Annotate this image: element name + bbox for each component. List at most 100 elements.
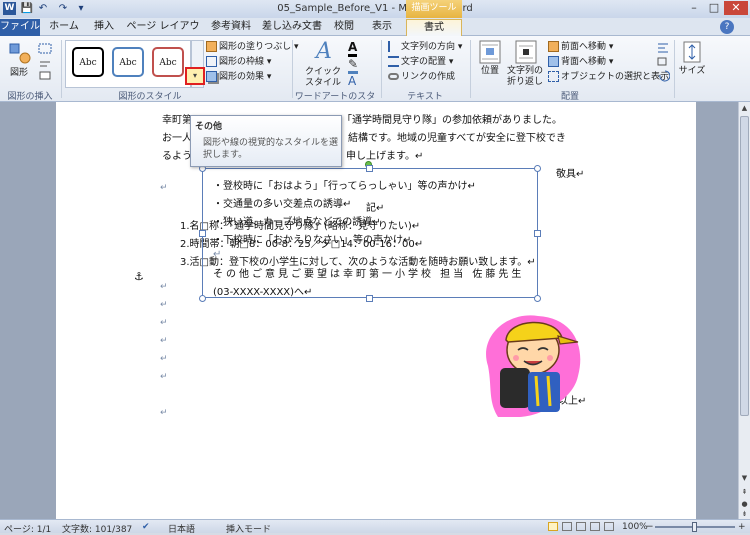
schoolboy-clipart[interactable]: [478, 306, 588, 417]
page-count[interactable]: ページ: 1/1: [4, 522, 51, 535]
tab-format[interactable]: 書式: [406, 19, 462, 36]
ribbon-separator: [470, 40, 471, 98]
selection-pane-button[interactable]: オブジェクトの選択と表示: [548, 71, 669, 83]
previous-page-icon[interactable]: ⇞: [739, 486, 750, 498]
outline-view-icon[interactable]: [590, 522, 600, 531]
more-styles-tooltip: その他 図形や線の視覚的なスタイルを選択します。: [190, 115, 342, 167]
selection-pane-icon: [548, 71, 559, 82]
effects-icon: [206, 71, 217, 82]
close-button[interactable]: ✕: [724, 1, 748, 15]
doc-line-1a: 幸町第: [162, 115, 192, 126]
tooltip-description: 図形や線の視覚的なスタイルを選択します。: [203, 138, 339, 160]
size-icon[interactable]: [680, 40, 704, 64]
text-effects-icon[interactable]: A: [348, 74, 356, 88]
tab-insert[interactable]: 挿入: [88, 19, 120, 36]
tab-page-layout[interactable]: ページ レイアウト: [124, 19, 202, 48]
send-backward-button[interactable]: 背面へ移動 ▾: [548, 56, 613, 68]
wrap-text-icon[interactable]: [514, 40, 538, 64]
wrap-text-button-label[interactable]: 文字列の 折り返し: [502, 66, 548, 88]
zoom-level[interactable]: 100%: [622, 522, 648, 532]
zoom-slider-thumb[interactable]: [692, 522, 697, 532]
tab-mailings[interactable]: 差し込み文書: [260, 19, 324, 36]
resize-handle-bottom-left[interactable]: [199, 295, 206, 302]
textbox-line: ・下校時に「おかえりなさい」等の声かけ↵: [213, 235, 412, 246]
shape-style-black[interactable]: Abc: [72, 47, 104, 77]
help-icon[interactable]: ?: [720, 20, 734, 34]
bring-forward-icon: [548, 41, 559, 52]
shape-style-blue[interactable]: Abc: [112, 47, 144, 77]
doc-line-2a: お一人: [162, 133, 192, 144]
print-layout-view-icon[interactable]: [548, 522, 558, 531]
shape-fill-button[interactable]: 図形の塗りつぶし ▾: [206, 41, 298, 53]
draft-view-icon[interactable]: [604, 522, 614, 531]
resize-handle-left[interactable]: [199, 230, 206, 237]
tab-file[interactable]: ファイル: [0, 19, 40, 36]
text-outline-icon[interactable]: ✎: [348, 57, 359, 74]
resize-handle-bottom-right[interactable]: [534, 295, 541, 302]
full-screen-reading-icon[interactable]: [562, 522, 572, 531]
doc-line-2b: 結構です。地域の児童すべてが安全に登下校でき: [348, 133, 566, 144]
align-text-icon: [388, 56, 399, 67]
window-title: 05_Sample_Before_V1 - Microsoft Word: [277, 3, 473, 14]
pen-outline-icon: [206, 56, 217, 67]
tab-view[interactable]: 表示: [364, 19, 400, 36]
shapes-button-label[interactable]: 図形: [4, 68, 34, 79]
maximize-button[interactable]: □: [704, 1, 724, 15]
web-layout-icon[interactable]: [576, 522, 586, 531]
create-link-button[interactable]: リンクの作成: [388, 71, 455, 83]
group-label-arrange: 配置: [560, 92, 579, 102]
textbox-line: (03-XXXX-XXXX)へ↵: [213, 287, 313, 298]
paint-bucket-icon: [206, 41, 217, 52]
size-button-label[interactable]: サイズ: [675, 66, 709, 77]
shape-outline-button[interactable]: 図形の枠線 ▾: [206, 56, 271, 68]
scroll-thumb[interactable]: [740, 116, 749, 416]
word-count[interactable]: 文字数: 101/387: [62, 522, 132, 535]
language-indicator[interactable]: 日本語: [168, 522, 195, 535]
paragraph-mark: ↵: [160, 183, 168, 193]
scroll-up-icon[interactable]: ▲: [739, 102, 750, 114]
text-direction-button[interactable]: 文字列の方向 ▾: [388, 41, 462, 53]
proofing-icon[interactable]: ✔: [142, 522, 150, 532]
align-group-rotate-icons[interactable]: [656, 41, 670, 83]
send-backward-icon: [548, 56, 559, 67]
minimize-button[interactable]: –: [684, 1, 704, 15]
ribbon-separator: [61, 40, 62, 98]
text-direction-icon: [388, 41, 399, 52]
textbox-line: ・狭い道、カーブ地点などでの誘導↵: [213, 217, 381, 228]
resize-handle-right[interactable]: [534, 230, 541, 237]
paragraph-mark: ↵: [160, 408, 168, 418]
tooltip-title: その他: [195, 122, 223, 132]
quick-style-button-label[interactable]: クイック スタイル: [303, 67, 343, 89]
resize-handle-top-right[interactable]: [534, 165, 541, 172]
link-icon: [388, 73, 399, 80]
insert-mode-indicator[interactable]: 挿入モード: [226, 522, 271, 535]
zoom-in-button[interactable]: +: [738, 522, 746, 532]
shape-effects-button[interactable]: 図形の効果 ▾: [206, 71, 271, 83]
align-text-button[interactable]: 文字の配置 ▾: [388, 56, 453, 68]
tab-references[interactable]: 参考資料: [206, 19, 256, 36]
resize-handle-bottom[interactable]: [366, 295, 373, 302]
zoom-out-button[interactable]: −: [646, 522, 654, 532]
shape-style-more-button[interactable]: ▾: [185, 67, 205, 85]
position-icon[interactable]: [478, 40, 502, 64]
ribbon-tab-row: ファイル ホーム 挿入 ページ レイアウト 参考資料 差し込み文書 校閲 表示 …: [0, 18, 750, 48]
resize-handle-top[interactable]: [366, 165, 373, 172]
document-page[interactable]: 幸町第 「通学時間見守り隊」の参加依頼がありました。 お一人 結構です。地域の児…: [56, 102, 696, 519]
selected-text-box[interactable]: ・登校時に「おはよう」「行ってらっしゃい」等の声かけ↵ ・交通量の多い交差点の誘…: [202, 168, 538, 298]
scroll-down-icon[interactable]: ▼: [739, 472, 750, 484]
anchor-icon[interactable]: ⚓: [134, 270, 144, 283]
textbox-line: その他ご意見ご要望は幸町第一小学校 担当 佐藤先生: [213, 269, 525, 280]
shape-style-red[interactable]: Abc: [152, 47, 184, 77]
title-bar: W 💾 ↶ ↷ ▾ 05_Sample_Before_V1 - Microsof…: [0, 0, 750, 18]
vertical-scrollbar[interactable]: ▲ ▼ ⇞ ● ⇟: [738, 102, 750, 519]
quick-style-icon[interactable]: A: [310, 39, 338, 65]
bring-forward-button[interactable]: 前面へ移動 ▾: [548, 41, 613, 53]
tab-home[interactable]: ホーム: [44, 19, 84, 36]
shapes-icon[interactable]: [8, 42, 32, 66]
tab-review[interactable]: 校閲: [328, 19, 360, 36]
doc-line-1b: 「通学時間見守り隊」の参加依頼がありました。: [342, 115, 562, 126]
text-fill-icon[interactable]: A: [348, 40, 358, 57]
edit-shape-icon[interactable]: [37, 42, 53, 82]
group-label-text: テキスト: [407, 92, 443, 102]
shape-style-gallery[interactable]: Abc Abc Abc: [65, 40, 191, 88]
